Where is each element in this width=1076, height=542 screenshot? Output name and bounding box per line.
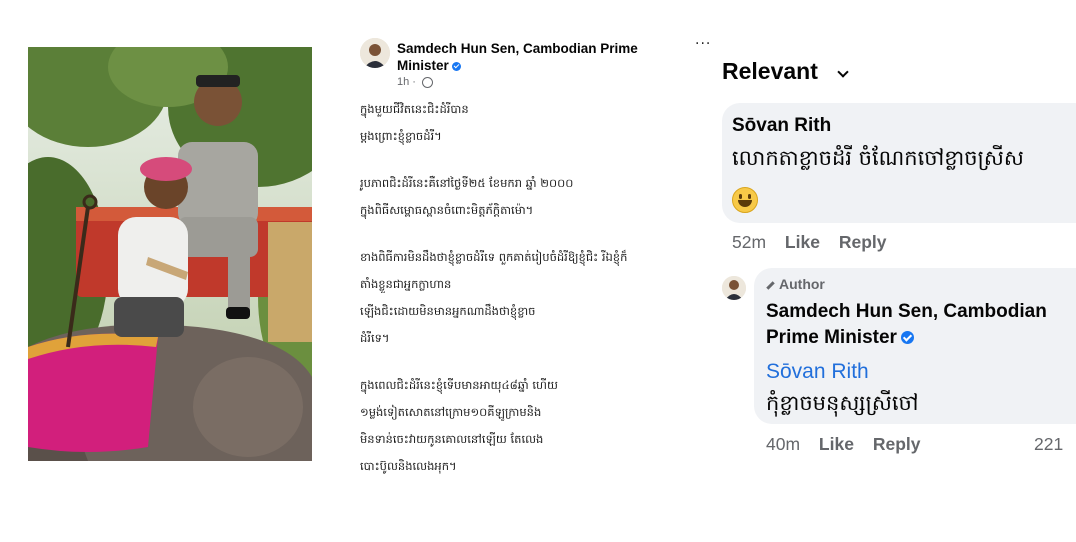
post-paragraph: ក្នុងពេលជិះដំរីនេះខ្ញុំទើបមានអាយុ៤៨ឆ្នាំ…	[360, 372, 660, 480]
chevron-down-icon[interactable]	[837, 66, 849, 78]
post-timestamp[interactable]: 1h ·	[397, 76, 434, 88]
post-line: ឡើងជិះដោយមិនមានអ្នកណាដឹងថាខ្ញុំខ្លាច	[360, 304, 536, 318]
post-paragraph: រូបភាពជិះដំរីនេះគឺនៅថ្ងៃទី២៥ ខែមករា ឆ្នា…	[360, 170, 660, 224]
post-line: បោះប៊ូលនិងលេងអុក។	[360, 459, 457, 473]
comment-actions: 52m Like Reply	[732, 232, 900, 253]
avatar-portrait	[722, 276, 746, 300]
post-author-name[interactable]: Samdech Hun Sen, Cambodian Prime Ministe…	[397, 40, 677, 74]
avatar-portrait	[360, 38, 390, 68]
pencil-icon	[766, 281, 775, 290]
post-line: ក្នុងពិធីសម្ពោធស្ពានចំពោះមិត្តភ័ក្តិតាម៉…	[360, 203, 534, 217]
post-line: រូបភាពជិះដំរីនេះគឺនៅថ្ងៃទី២៥ ខែមករា ឆ្នា…	[360, 176, 574, 190]
comment-bubble: Author Samdech Hun Sen, Cambodian Prime …	[754, 268, 1076, 424]
post-time-text: 1h	[397, 76, 410, 88]
like-button[interactable]: Like	[819, 434, 854, 454]
author-tag: Author	[766, 276, 825, 292]
comment-actions: 40m Like Reply 221	[766, 434, 1076, 455]
grinning-face-icon	[732, 187, 758, 213]
verified-badge-icon	[451, 61, 461, 71]
author-avatar-small[interactable]	[722, 276, 746, 300]
sort-label: Relevant	[722, 58, 818, 84]
mention-link[interactable]: Sōvan Rith	[766, 360, 869, 384]
commenter-name[interactable]: Sōvan Rith	[732, 115, 831, 137]
post-line: ១ម្លង់ទៀតសោតនៅក្រោម១០គីឡូក្រាមនិង	[360, 405, 542, 419]
like-button[interactable]: Like	[785, 232, 820, 252]
post-line: តាំងខ្លួនជាអ្នកក្លាហាន	[360, 277, 452, 291]
post-paragraph: ខាងពិធីការមិនដឹងថាខ្ញុំខ្លាចដំរីទេ ពួកគា…	[360, 244, 660, 352]
globe-icon	[422, 76, 434, 88]
post-body: ក្នុងមួយជីវិតនេះជិះដំរីបាន ម្តងព្រោះខ្ញុ…	[360, 96, 660, 500]
post-line: ដំរីទេ។	[360, 331, 390, 345]
post-line: ក្នុងពេលជិះដំរីនេះខ្ញុំទើបមានអាយុ៤៨ឆ្នាំ…	[360, 378, 558, 392]
comments-section: Relevant Sōvan Rith លោកតាខ្លាចដំរី ចំណែក…	[722, 58, 1076, 478]
post-photo[interactable]	[28, 47, 312, 461]
reply-button[interactable]: Reply	[873, 434, 921, 454]
comment-time[interactable]: 40m	[766, 434, 800, 454]
comment-sort-dropdown[interactable]: Relevant	[722, 58, 818, 85]
post-line: ម្តងព្រោះខ្ញុំខ្លាចដំរី។	[360, 129, 442, 143]
commenter-name[interactable]: Samdech Hun Sen, Cambodian Prime Ministe…	[766, 299, 1076, 351]
post-paragraph: ក្នុងមួយជីវិតនេះជិះដំរីបាន ម្តងព្រោះខ្ញុ…	[360, 96, 660, 150]
comment-text: លោកតាខ្លាចដំរី ចំណែកចៅខ្លាចស្រីស	[732, 146, 1024, 170]
verified-badge-icon	[900, 331, 914, 345]
author-name-text[interactable]: Samdech Hun Sen, Cambodian Prime Ministe…	[397, 41, 638, 73]
elephant-ride-photo	[28, 47, 312, 461]
post-line: ខាងពិធីការមិនដឹងថាខ្ញុំខ្លាចដំរីទេ ពួកគា…	[360, 250, 628, 264]
more-options-icon[interactable]: ...	[695, 32, 711, 48]
reaction-count[interactable]: 221	[1034, 434, 1063, 455]
comment-time[interactable]: 52m	[732, 232, 766, 252]
author-avatar[interactable]	[360, 38, 390, 68]
comment-text: កុំខ្លាចមនុស្សស្រីចៅ	[766, 391, 919, 415]
post-line: ក្នុងមួយជីវិតនេះជិះដំរីបាន	[360, 102, 469, 116]
comment-bubble: Sōvan Rith លោកតាខ្លាចដំរី ចំណែកចៅខ្លាចស្…	[722, 103, 1076, 223]
post-line: មិនទាន់ចេះវាយកូនគោលនៅឡើយ តែលេង	[360, 432, 544, 446]
author-tag-label: Author	[779, 276, 825, 292]
reply-button[interactable]: Reply	[839, 232, 887, 252]
